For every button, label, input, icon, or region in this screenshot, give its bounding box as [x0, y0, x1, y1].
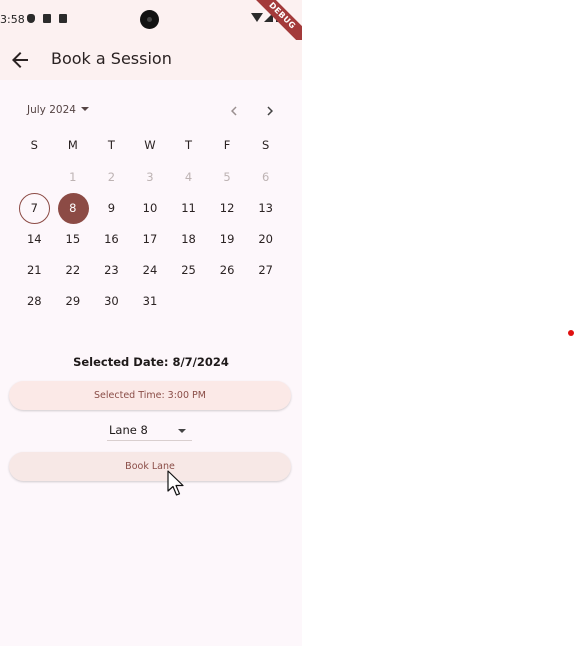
calendar-day: 1 [69, 170, 77, 184]
lane-dropdown[interactable]: Lane 8 [107, 420, 192, 441]
calendar-day[interactable]: 16 [92, 224, 131, 255]
calendar-day-today[interactable]: 7 [15, 193, 54, 224]
previous-month-icon[interactable] [225, 102, 243, 120]
calendar-week: 14 15 16 17 18 19 20 [15, 224, 285, 255]
calendar-day[interactable]: 30 [92, 286, 131, 317]
dropdown-arrow-icon [178, 429, 186, 433]
calendar-day[interactable]: 11 [169, 193, 208, 224]
calendar-week: 7 8 9 10 11 12 13 [15, 193, 285, 224]
phone-screen: 3:58 DEBUG Book a Session July 2024 S M … [0, 0, 302, 646]
calendar-day[interactable]: 23 [92, 255, 131, 286]
calendar-day[interactable]: 28 [15, 286, 54, 317]
selected-date-label: Selected Date: 8/7/2024 [73, 355, 229, 369]
calendar-day[interactable]: 19 [208, 224, 247, 255]
mouse-pointer-icon [167, 470, 184, 496]
calendar-day-selected[interactable]: 8 [54, 193, 93, 224]
calendar-day[interactable]: 18 [169, 224, 208, 255]
calendar-day-empty [169, 286, 208, 317]
notification-icon [59, 14, 67, 23]
sim-card-icon [43, 14, 51, 23]
calendar-day[interactable]: 21 [15, 255, 54, 286]
calendar-day[interactable]: 10 [131, 193, 170, 224]
calendar-day: 3 [146, 170, 154, 184]
calendar-week: 21 22 23 24 25 26 27 [15, 255, 285, 286]
app-bar: Book a Session [0, 40, 302, 80]
month-picker-button[interactable]: July 2024 [27, 104, 89, 116]
calendar-day[interactable]: 24 [131, 255, 170, 286]
calendar-day[interactable]: 17 [131, 224, 170, 255]
calendar-day: 5 [223, 170, 231, 184]
status-time: 3:58 [0, 13, 25, 26]
calendar-day[interactable]: 29 [54, 286, 93, 317]
calendar-day[interactable]: 26 [208, 255, 247, 286]
weekday-label: M [67, 138, 78, 152]
calendar-day: 6 [261, 170, 270, 184]
calendar-day: 2 [107, 170, 116, 184]
weekday-label: S [30, 138, 38, 152]
calendar-week: 1 2 3 4 5 6 [15, 162, 285, 193]
weekday-label: F [223, 138, 231, 152]
calendar-day[interactable]: 15 [54, 224, 93, 255]
calendar-day[interactable]: 20 [246, 224, 285, 255]
select-time-button[interactable]: Selected Time: 3:00 PM [9, 381, 291, 410]
weekday-label: T [107, 138, 115, 152]
month-label: July 2024 [27, 104, 76, 116]
calendar-day-empty [208, 286, 247, 317]
calendar-day[interactable]: 22 [54, 255, 93, 286]
calendar-day[interactable]: 12 [208, 193, 247, 224]
calendar-day[interactable]: 31 [131, 286, 170, 317]
calendar-day[interactable]: 13 [246, 193, 285, 224]
indicator-dot [568, 330, 574, 336]
weekday-label: S [262, 138, 270, 152]
weekday-label: W [144, 138, 156, 152]
next-month-icon[interactable] [261, 102, 279, 120]
lane-dropdown-value: Lane 8 [109, 423, 148, 437]
shield-icon [27, 14, 35, 23]
calendar-header: July 2024 [0, 96, 302, 126]
calendar-day-empty [246, 286, 285, 317]
calendar-day[interactable]: 25 [169, 255, 208, 286]
calendar-week: 28 29 30 31 [15, 286, 285, 317]
calendar-day[interactable]: 27 [246, 255, 285, 286]
calendar-day: 4 [184, 170, 193, 184]
calendar-day[interactable]: 14 [15, 224, 54, 255]
weekday-header: S M T W T F S [15, 138, 285, 152]
calendar-day-empty [15, 162, 54, 193]
book-lane-button[interactable]: Book Lane [9, 452, 291, 481]
back-arrow-icon[interactable] [8, 48, 32, 72]
front-camera [140, 10, 159, 29]
calendar-day[interactable]: 9 [92, 193, 131, 224]
status-bar: 3:58 DEBUG [0, 0, 302, 51]
weekday-label: T [185, 138, 193, 152]
chevron-down-icon [80, 107, 89, 111]
wifi-icon [251, 13, 263, 22]
page-title: Book a Session [51, 49, 172, 68]
